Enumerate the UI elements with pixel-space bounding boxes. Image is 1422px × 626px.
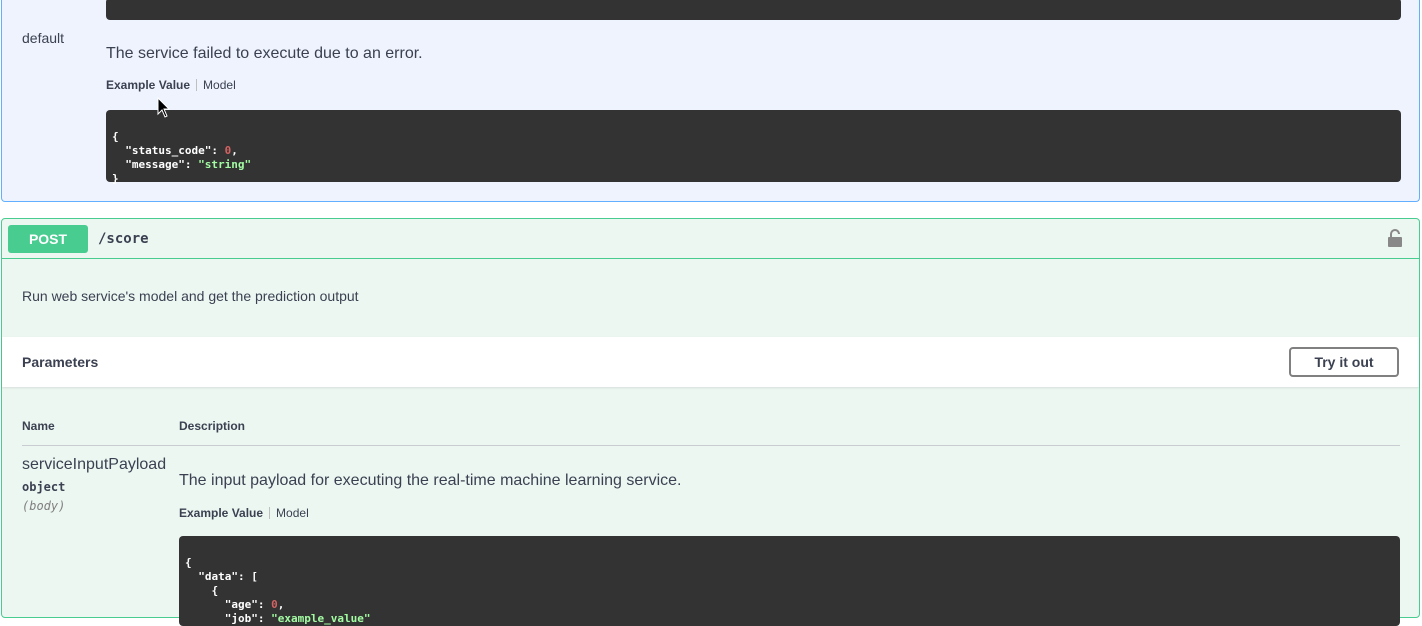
response-code: default xyxy=(22,30,65,46)
parameters-title: Parameters xyxy=(22,354,99,370)
parameter-type: object xyxy=(22,480,66,494)
code-string: "example_value" xyxy=(271,612,371,625)
parameter-example-code[interactable]: { "data": [ { "age": 0, "job": "example_… xyxy=(179,536,1400,626)
get-operation-block: default The service failed to execute du… xyxy=(1,0,1420,202)
header-divider xyxy=(22,445,1400,446)
post-operation-block: POST /score Run web service's model and … xyxy=(1,218,1420,626)
code-line: { xyxy=(112,130,119,143)
code-key: "message" xyxy=(125,158,185,171)
response-description: The service failed to execute due to an … xyxy=(106,45,423,62)
code-key: "data" xyxy=(198,570,238,583)
code-line: { xyxy=(211,584,219,597)
operation-description: Run web service's model and get the pred… xyxy=(22,288,359,304)
operation-summary-bar[interactable]: POST /score xyxy=(2,219,1419,259)
parameter-location: (body) xyxy=(22,499,66,513)
tab-example-value[interactable]: Example Value xyxy=(179,506,263,520)
tab-model[interactable]: Model xyxy=(276,506,309,520)
column-header-description: Description xyxy=(179,419,246,433)
response-example-tabs: Example Value Model xyxy=(106,78,236,92)
lock-icon[interactable] xyxy=(1387,228,1403,248)
code-punct: : [ xyxy=(238,570,258,583)
tab-divider xyxy=(196,79,198,91)
parameter-example-tabs: Example Value Model xyxy=(179,506,309,520)
mouse-cursor-icon xyxy=(157,97,171,118)
parameter-name: serviceInputPayload xyxy=(22,456,167,473)
code-key: "status_code" xyxy=(125,144,212,157)
code-line: { xyxy=(185,556,192,569)
previous-example-code-box xyxy=(106,0,1401,20)
try-it-out-button[interactable]: Try it out xyxy=(1289,347,1399,377)
tab-example-value[interactable]: Example Value xyxy=(106,78,190,92)
code-string: "string" xyxy=(198,158,252,171)
parameters-header: Parameters Try it out xyxy=(2,337,1419,387)
column-header-name: Name xyxy=(22,419,55,433)
parameter-description: The input payload for executing the real… xyxy=(179,472,682,489)
code-key: "job" xyxy=(224,612,258,625)
response-example-code[interactable]: { "status_code": 0, "message": "string" … xyxy=(106,110,1401,185)
tab-divider xyxy=(269,507,271,519)
operation-path: /score xyxy=(98,231,149,247)
code-number: 0 xyxy=(224,144,232,157)
method-badge: POST xyxy=(8,225,88,253)
tab-model[interactable]: Model xyxy=(203,78,236,92)
code-line: } xyxy=(112,172,119,185)
